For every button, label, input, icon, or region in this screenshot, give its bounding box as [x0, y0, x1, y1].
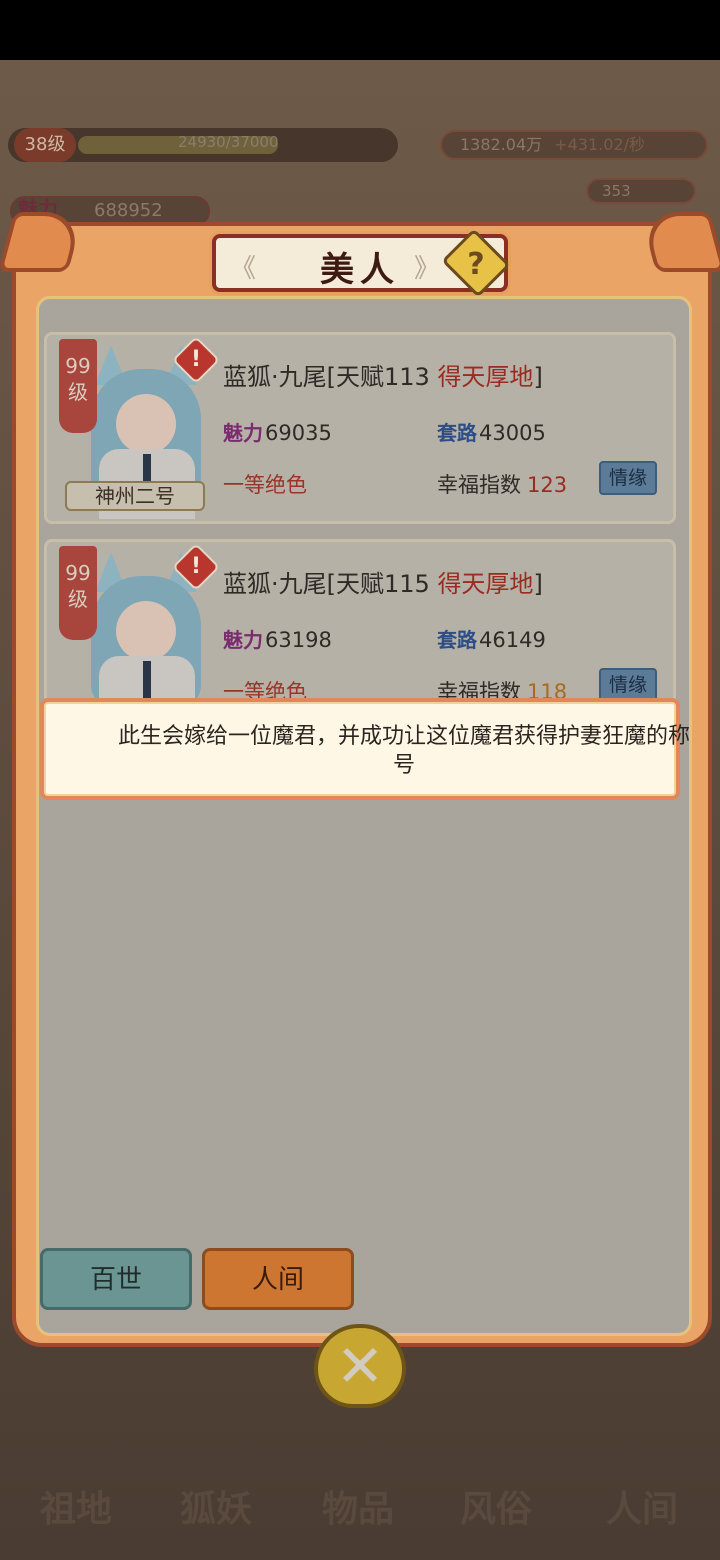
stat-a-display: 353: [586, 178, 696, 204]
charm-stat: 魅力63198: [223, 624, 332, 653]
portrait-ribbon: [143, 661, 151, 701]
happiness-label: 幸福指数: [437, 473, 521, 497]
tooltip-text: 此生会嫁给一位魔君，并成功让这位魔君获得护妻狂魔的称号: [117, 724, 690, 778]
status-bar: [0, 0, 720, 60]
portrait-face: [116, 394, 176, 454]
beauty-talent: 得天厚地: [437, 570, 534, 598]
beauty-name-text: 蓝狐·九尾[天赋113: [223, 363, 438, 391]
stat-a-value: 353: [602, 182, 631, 200]
total-charm-value: 688952: [94, 200, 163, 221]
nav-ancestral: 祖地: [40, 1488, 113, 1530]
beauty-name: 蓝狐·九尾[天赋115 得天厚地]: [223, 564, 543, 599]
money-rate: +431.02/秒: [554, 135, 645, 154]
route-value: 46149: [479, 628, 546, 652]
close-icon[interactable]: ✕: [314, 1324, 406, 1408]
title-deco-right-icon: 》: [413, 254, 440, 284]
question-icon[interactable]: ?: [450, 242, 502, 288]
route-icon: 套路: [437, 628, 477, 652]
player-level-bar: 38级 24930/37000: [8, 128, 398, 162]
fate-button[interactable]: 情缘: [599, 668, 657, 702]
charm-stat: 魅力69035: [223, 417, 332, 446]
beauty-name-text: 蓝狐·九尾[天赋115: [223, 570, 438, 598]
beauty-rank: 一等绝色: [223, 473, 307, 497]
nav-items: 物品: [322, 1488, 395, 1530]
beauty-name: 蓝狐·九尾[天赋113 得天厚地]: [223, 357, 543, 392]
route-stat: 套路46149: [437, 624, 546, 653]
money-display: 1382.04万 +431.02/秒: [440, 130, 708, 160]
tab-renjian[interactable]: 人间: [202, 1248, 354, 1310]
charm-icon: 魅力: [223, 628, 263, 652]
talent-tooltip: 此生会嫁给一位魔君，并成功让这位魔君获得护妻狂魔的称号: [40, 698, 690, 800]
charm-value: 69035: [265, 421, 332, 445]
tab-baishi[interactable]: 百世: [40, 1248, 192, 1310]
money-value: 1382.04万: [460, 135, 543, 154]
fate-button[interactable]: 情缘: [599, 461, 657, 495]
player-level: 38级: [14, 128, 76, 162]
beauty-card[interactable]: 99级 ! 神州二号 蓝狐·九尾[天赋113 得天厚地] 魅力69035 套路4…: [44, 332, 676, 524]
charm-icon: 魅力: [223, 421, 263, 445]
exclamation-icon: !: [190, 347, 202, 372]
beauty-level-badge: 99级: [59, 339, 97, 433]
exclamation-icon: !: [190, 554, 202, 579]
charm-value: 63198: [265, 628, 332, 652]
happiness-value: 123: [527, 473, 568, 497]
nav-fox: 狐妖: [180, 1488, 253, 1530]
nav-world: 人间: [606, 1488, 679, 1530]
route-stat: 套路43005: [437, 417, 546, 446]
beauty-name-bracket: ]: [533, 363, 543, 391]
happiness-index: 幸福指数 123: [437, 469, 567, 499]
beauty-nameplate: 神州二号: [65, 481, 205, 511]
exp-text: 24930/37000: [178, 133, 279, 151]
bottom-nav: 祖地 狐妖 物品 风俗 人间: [0, 1420, 720, 1560]
beauty-talent: 得天厚地: [437, 363, 534, 391]
nav-customs: 风俗: [460, 1488, 533, 1530]
beauty-level-badge: 99级: [59, 546, 97, 640]
beauty-name-bracket: ]: [533, 570, 543, 598]
route-icon: 套路: [437, 421, 477, 445]
route-value: 43005: [479, 421, 546, 445]
portrait-face: [116, 601, 176, 661]
